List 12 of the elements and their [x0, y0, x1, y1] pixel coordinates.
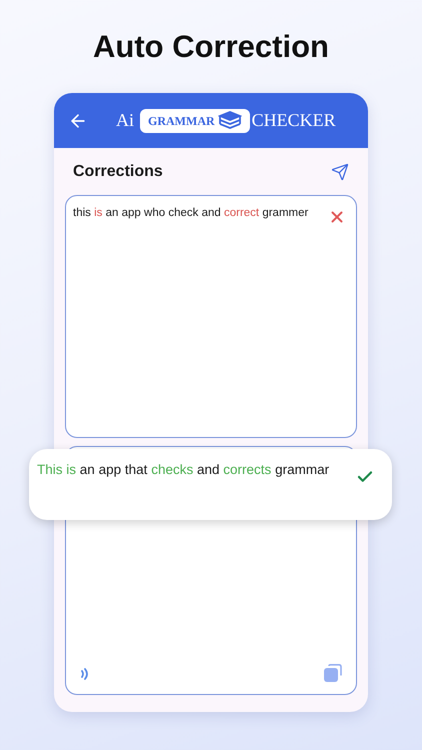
copy-icon[interactable] — [324, 664, 342, 682]
logo-text: Ai — [116, 109, 134, 132]
books-icon — [218, 110, 242, 130]
result-text: This is an app that checks and corrects grammar — [37, 461, 330, 479]
input-text: this is an app who check and correct grammer — [73, 206, 310, 221]
section-title: Corrections — [73, 162, 163, 182]
logo-badge: GRAMMAR — [140, 108, 250, 132]
logo-text: CHECKER — [252, 109, 336, 132]
headline: Auto Correction — [93, 28, 329, 66]
send-icon[interactable] — [331, 162, 349, 180]
speaker-icon[interactable] — [80, 666, 90, 682]
input-box[interactable]: this is an app who check and correct grammer — [65, 195, 357, 438]
